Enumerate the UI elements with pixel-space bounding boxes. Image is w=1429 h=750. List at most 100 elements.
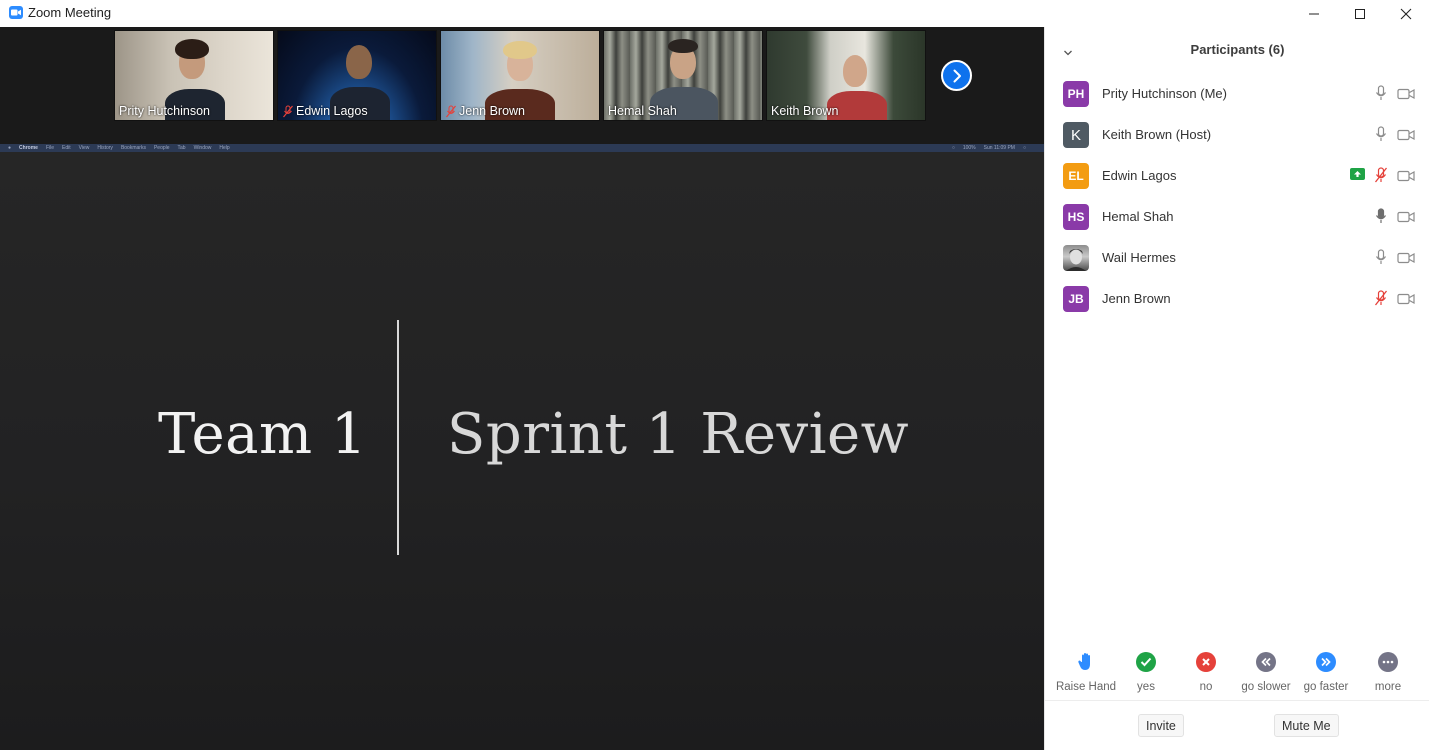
participant-name: Hemal Shah	[1102, 209, 1174, 224]
video-tile-name: Jenn Brown	[445, 104, 525, 118]
fast-forward-icon	[1316, 652, 1336, 672]
video-tile-name: Hemal Shah	[608, 104, 677, 118]
participants-header: Participants (6)	[1045, 27, 1429, 73]
raise-hand-button[interactable]: Raise Hand	[1055, 651, 1117, 693]
profile-photo-icon	[1066, 249, 1086, 271]
video-camera-icon[interactable]	[1397, 251, 1415, 269]
menubar-item: Window	[193, 145, 212, 151]
raise-hand-icon	[1078, 653, 1090, 670]
menubar-item: File	[45, 145, 54, 151]
participant-row[interactable]: K Keith Brown (Host)	[1045, 114, 1429, 155]
video-camera-icon[interactable]	[1397, 87, 1415, 105]
check-icon	[1136, 652, 1156, 672]
participant-name: Keith Brown (Host)	[1102, 127, 1212, 142]
menubar-item: View	[78, 145, 90, 151]
zoom-camera-icon	[9, 6, 23, 19]
title-bar: Zoom Meeting	[0, 0, 1429, 27]
mic-muted-icon	[282, 105, 294, 118]
chevron-right-icon	[953, 69, 961, 82]
video-camera-icon[interactable]	[1397, 210, 1415, 228]
maximize-icon	[1355, 8, 1365, 19]
mic-muted-icon[interactable]	[1374, 290, 1388, 311]
slide-team-title: Team 1	[158, 402, 368, 467]
reaction-label: more	[1374, 681, 1402, 693]
video-tile-prity[interactable]: Prity Hutchinson	[114, 30, 274, 121]
reaction-label: Raise Hand	[1055, 681, 1117, 693]
x-icon	[1196, 652, 1216, 672]
menubar-clock: Sun 11:09 PM	[983, 145, 1015, 151]
no-button[interactable]: no	[1175, 651, 1237, 693]
participant-row[interactable]: PH Prity Hutchinson (Me)	[1045, 73, 1429, 114]
reaction-label: no	[1199, 681, 1213, 693]
mic-icon[interactable]	[1374, 85, 1388, 106]
participant-name: Jenn Brown	[1102, 291, 1171, 306]
more-button[interactable]: more	[1357, 651, 1419, 693]
participant-name: Wail Hermes	[1102, 250, 1176, 265]
mute-me-button[interactable]: Mute Me	[1274, 714, 1339, 737]
nonverbal-feedback-bar: Raise Hand yes no go slower go faster mo…	[1045, 651, 1429, 701]
video-tile-edwin[interactable]: Edwin Lagos	[277, 30, 437, 121]
avatar: HS	[1063, 204, 1089, 230]
mic-active-icon[interactable]	[1374, 208, 1388, 229]
menubar-item: People	[153, 145, 170, 151]
mic-muted-icon[interactable]	[1374, 167, 1388, 188]
go-slower-button[interactable]: go slower	[1235, 651, 1297, 693]
avatar: EL	[1063, 163, 1089, 189]
video-tile-name: Keith Brown	[771, 104, 839, 118]
maximize-button[interactable]	[1337, 0, 1383, 27]
menubar-item: Edit	[62, 145, 71, 151]
video-camera-icon[interactable]	[1397, 292, 1415, 310]
yes-button[interactable]: yes	[1115, 651, 1177, 693]
slide-divider	[397, 320, 399, 555]
video-tile-name: Edwin Lagos	[282, 104, 368, 118]
minimize-icon	[1309, 13, 1319, 14]
go-faster-button[interactable]: go faster	[1295, 651, 1357, 693]
meeting-area: Prity Hutchinson Edwin Lagos Jenn Brown	[0, 27, 1044, 750]
participants-title: Participants (6)	[1190, 42, 1285, 57]
close-button[interactable]	[1383, 0, 1429, 27]
avatar: K	[1063, 122, 1089, 148]
participant-row[interactable]: Wail Hermes	[1045, 237, 1429, 278]
reaction-label: go slower	[1241, 681, 1291, 693]
video-tile-keith[interactable]: Keith Brown	[766, 30, 926, 121]
video-camera-icon[interactable]	[1397, 128, 1415, 146]
shared-mac-menubar: ● Chrome File Edit View History Bookmark…	[0, 144, 1044, 152]
mic-icon[interactable]	[1374, 126, 1388, 147]
participant-name: Prity Hutchinson (Me)	[1102, 86, 1227, 101]
participant-row[interactable]: HS Hemal Shah	[1045, 196, 1429, 237]
shared-screen: ● Chrome File Edit View History Bookmark…	[0, 144, 1044, 750]
menubar-item: Help	[219, 145, 230, 151]
video-camera-icon[interactable]	[1397, 169, 1415, 187]
video-tile-jenn[interactable]: Jenn Brown	[440, 30, 600, 121]
slide-sprint-title: Sprint 1 Review	[447, 402, 910, 467]
mic-icon[interactable]	[1374, 249, 1388, 270]
minimize-button[interactable]	[1291, 0, 1337, 27]
window-title: Zoom Meeting	[28, 5, 112, 20]
video-tile-hemal[interactable]: Hemal Shah	[603, 30, 763, 121]
reaction-label: yes	[1137, 681, 1155, 693]
wifi-icon: ○	[951, 145, 955, 151]
avatar: JB	[1063, 286, 1089, 312]
participant-name: Edwin Lagos	[1102, 168, 1177, 183]
avatar	[1063, 245, 1089, 271]
menubar-item: Bookmarks	[120, 145, 146, 151]
participants-panel: Participants (6) PH Prity Hutchinson (Me…	[1044, 27, 1429, 750]
search-icon: ○	[1022, 145, 1026, 151]
participant-row[interactable]: JB Jenn Brown	[1045, 278, 1429, 319]
invite-button[interactable]: Invite	[1138, 714, 1184, 737]
close-icon	[1400, 8, 1412, 19]
menubar-item: Tab	[177, 145, 186, 151]
menubar-item: History	[97, 145, 113, 151]
reaction-label: go faster	[1303, 681, 1349, 693]
video-strip: Prity Hutchinson Edwin Lagos Jenn Brown	[0, 27, 1044, 144]
apple-icon: ●	[8, 145, 12, 151]
more-icon	[1378, 652, 1398, 672]
participants-list: PH Prity Hutchinson (Me) K Keith Brown (…	[1045, 73, 1429, 319]
screen-share-icon	[1350, 168, 1365, 180]
rewind-icon	[1256, 652, 1276, 672]
mic-muted-icon	[445, 105, 457, 118]
battery-level: 100%	[962, 145, 976, 151]
next-page-button[interactable]	[941, 60, 972, 91]
video-tile-name: Prity Hutchinson	[119, 104, 211, 118]
participant-row[interactable]: EL Edwin Lagos	[1045, 155, 1429, 196]
